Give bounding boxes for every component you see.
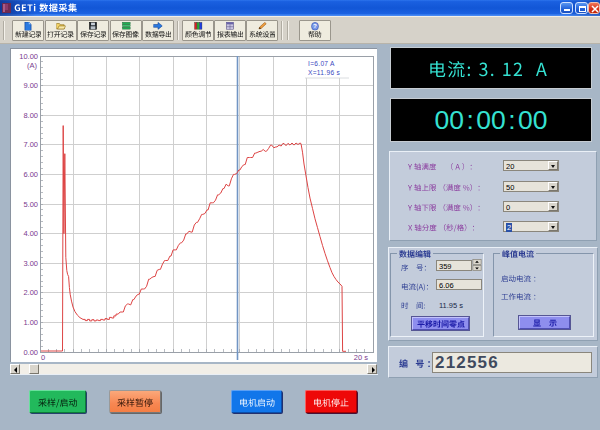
svg-text:?: ? <box>313 22 317 29</box>
